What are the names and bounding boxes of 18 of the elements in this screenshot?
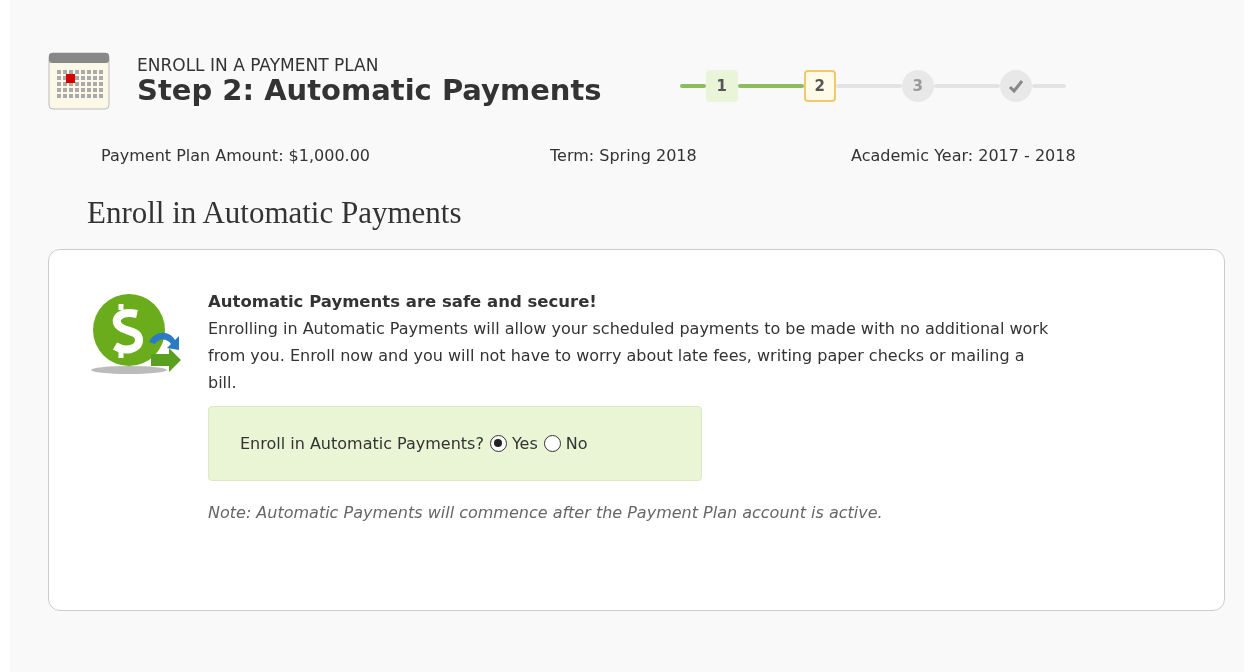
radio-option[interactable]: Yes xyxy=(489,434,538,453)
card-heading: Automatic Payments are safe and secure! xyxy=(208,292,598,311)
summary-text: Term: Spring 2018 xyxy=(550,146,698,165)
step-indicator: 1 xyxy=(705,70,738,102)
page-title: Step 2: Automatic Payments xyxy=(137,75,602,107)
description-text: Enrolling in Automatic Payments will allow your scheduled payments to be made with no additional work from you. Enroll now and you will not have to worry about late fees, writing paper checks or mailing a bill. xyxy=(208,318,1050,394)
summary-text: Academic Year: 2017 - 2018 xyxy=(851,146,1076,165)
eyebrow-text: ENROLL IN A PAYMENT PLAN xyxy=(137,55,380,76)
radio-option[interactable]: No xyxy=(543,434,588,453)
checkmark-icon xyxy=(1007,79,1024,93)
calendar-icon xyxy=(48,52,110,110)
step-indicator: 3 xyxy=(901,70,934,102)
summary-text: Payment Plan Amount: $1,000.00 xyxy=(101,146,372,165)
question-text: Enroll in Automatic Payments? xyxy=(240,434,484,453)
dollar-sync-icon xyxy=(89,292,183,376)
note-text: Note: Automatic Payments will commence after the Payment Plan account is active. xyxy=(208,503,884,522)
step-indicator: 2 xyxy=(803,70,836,102)
section-title: Enroll in Automatic Payments xyxy=(87,195,463,231)
